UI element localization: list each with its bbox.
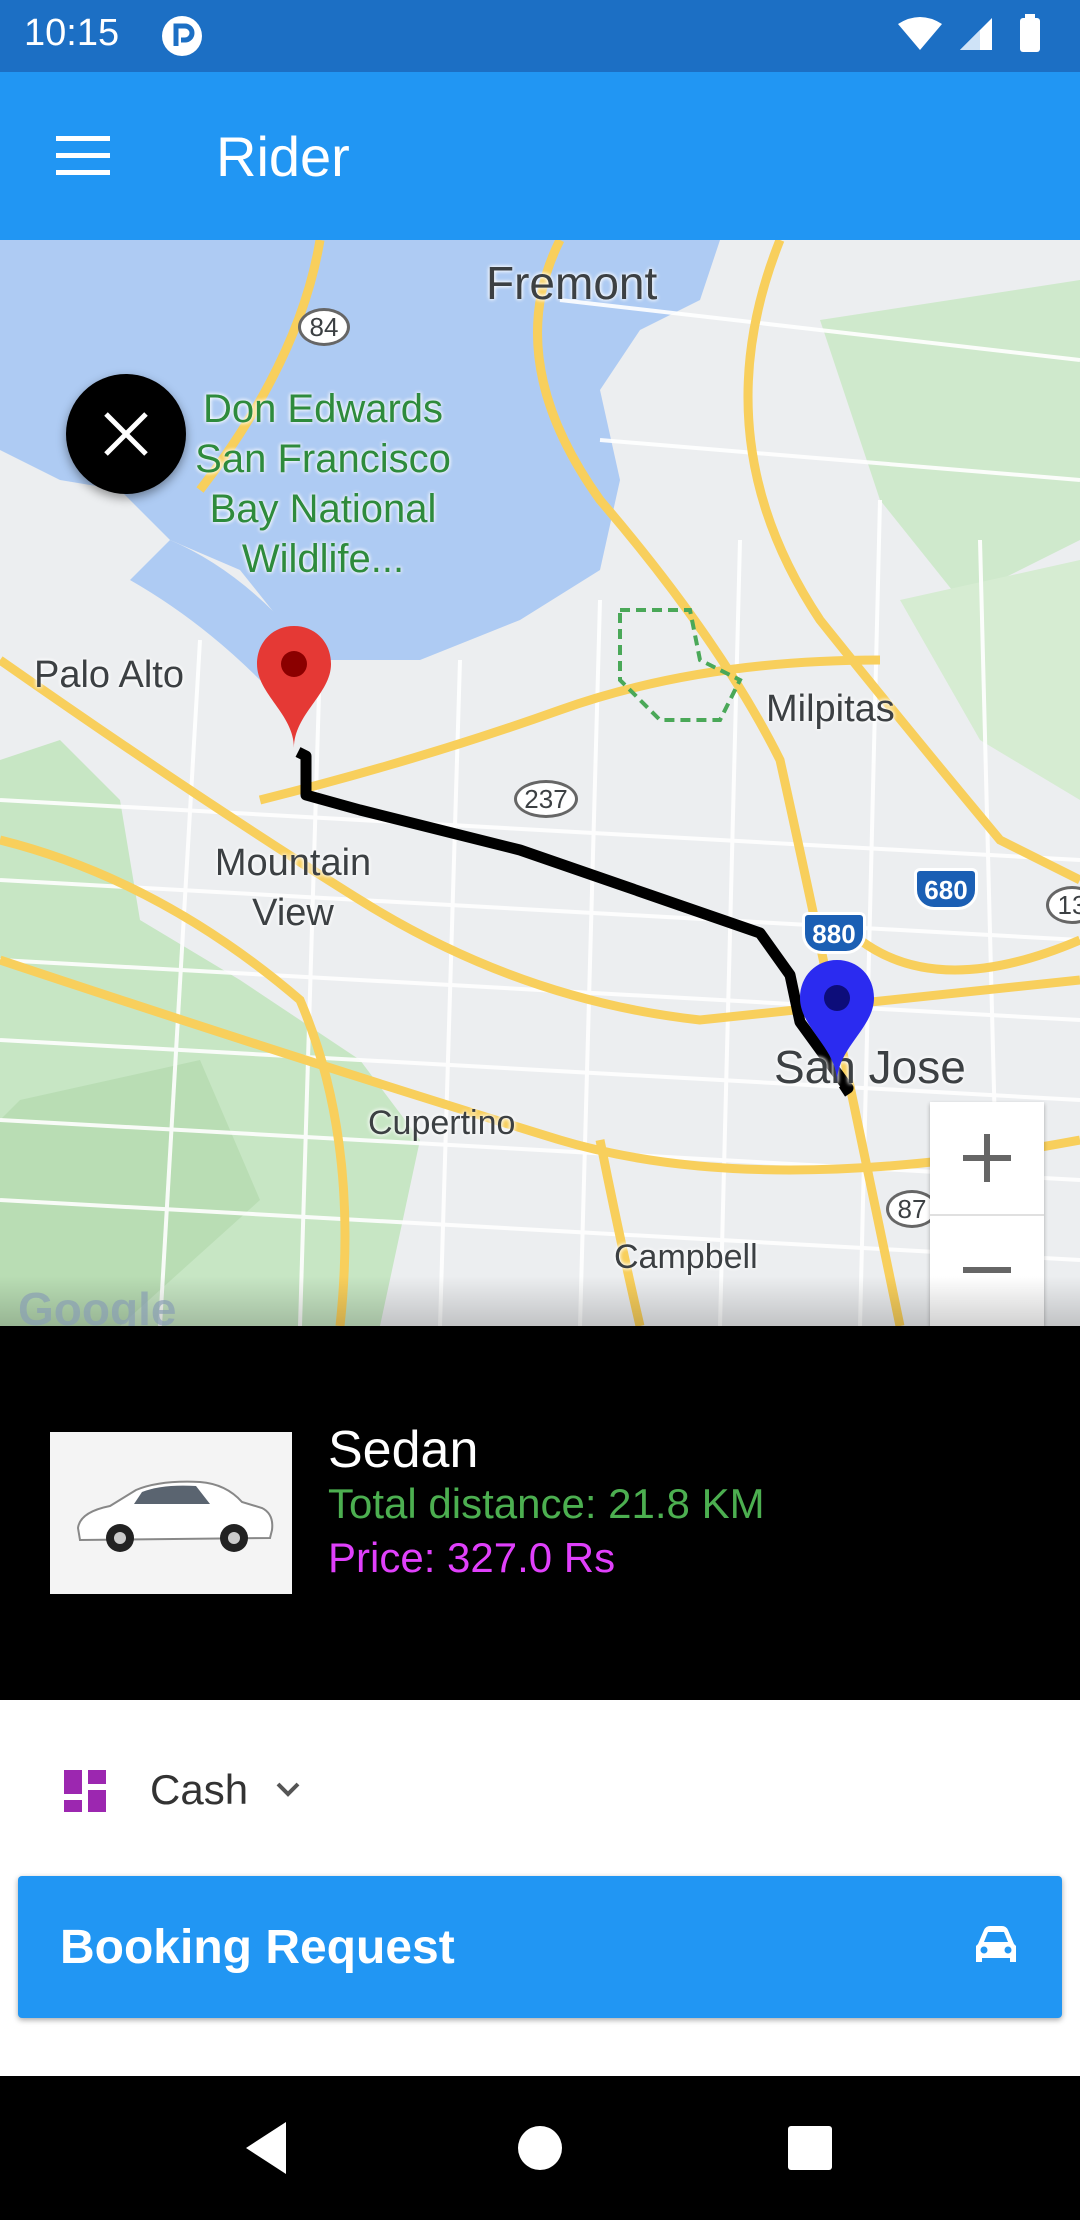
map-label-mountain-view: Mountain View	[214, 842, 372, 934]
route-shield-680: 680	[914, 868, 978, 910]
map-label-milpitas: Milpitas	[766, 688, 895, 730]
chevron-down-icon	[276, 1782, 300, 1797]
close-icon	[104, 412, 148, 456]
blue-marker-icon[interactable]	[798, 958, 876, 1084]
total-distance: Total distance: 21.8 KM	[328, 1480, 765, 1527]
route-shield-880: 880	[802, 912, 866, 954]
car-icon	[976, 1926, 1016, 1962]
payment-section: Cash	[0, 1700, 1080, 1876]
red-marker-icon[interactable]	[255, 624, 333, 750]
status-icons	[896, 14, 1056, 63]
status-time: 10:15	[24, 12, 120, 54]
close-route-button[interactable]	[66, 374, 186, 494]
sedan-car-icon	[76, 1480, 274, 1552]
app-bar: Rider	[0, 72, 1080, 240]
map-label-cupertino: Cupertino	[368, 1104, 516, 1142]
google-logo: Google	[18, 1283, 177, 1326]
ride-price: Price: 327.0 Rs	[328, 1534, 616, 1581]
status-bar: 10:15	[0, 0, 1080, 72]
app-notification-icon	[162, 16, 202, 56]
map-label-campbell: Campbell	[614, 1238, 758, 1276]
wifi-signal-battery-icon	[898, 14, 1040, 52]
home-icon[interactable]	[508, 2116, 572, 2180]
plus-icon	[963, 1134, 1011, 1182]
map-label-park: Don Edwards San Francisco Bay National W…	[195, 387, 451, 581]
car-image	[50, 1432, 292, 1594]
map-label-palo-alto: Palo Alto	[34, 654, 184, 696]
payment-method-label: Cash	[150, 1766, 249, 1813]
zoom-in-button[interactable]	[930, 1102, 1044, 1216]
app-title: Rider	[216, 125, 350, 188]
car-type: Sedan	[328, 1421, 479, 1479]
route-shield-237: 237	[514, 780, 578, 818]
booking-request-button[interactable]: Booking Request	[18, 1876, 1062, 2018]
recents-icon[interactable]	[778, 2116, 842, 2180]
back-icon[interactable]	[238, 2116, 302, 2180]
map-view[interactable]: Fremont Don Edwards San Francisco Bay Na…	[0, 240, 1080, 1326]
menu-icon[interactable]	[54, 134, 112, 178]
ride-info-panel: Sedan Total distance: 21.8 KM Price: 327…	[0, 1326, 1080, 1700]
route-shield-84: 84	[298, 308, 350, 346]
payment-dashboard-icon	[64, 1770, 106, 1812]
booking-request-label: Booking Request	[60, 1921, 455, 1974]
map-label-fremont: Fremont	[486, 257, 658, 309]
navigation-bar	[0, 2076, 1080, 2220]
